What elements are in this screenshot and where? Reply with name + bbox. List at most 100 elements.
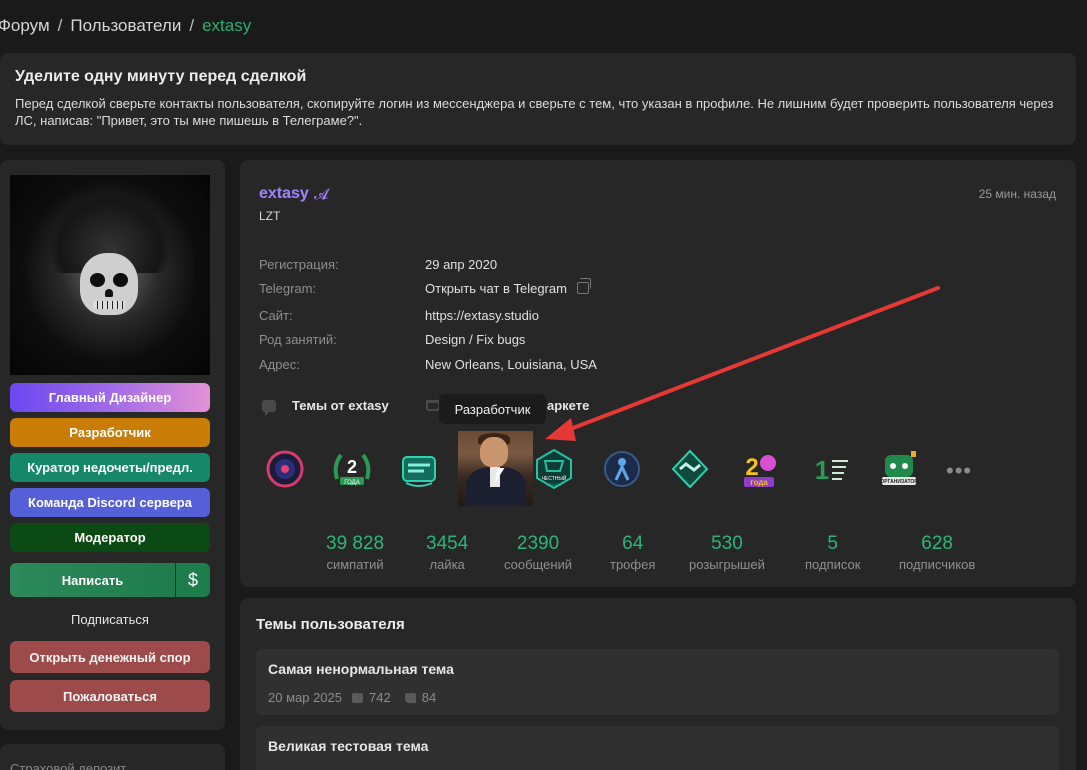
trophy-org-label: ОРГАНИЗАТОР	[880, 479, 918, 485]
thread-item[interactable]: Великая тестовая тема	[256, 726, 1059, 770]
2-years-trophy-icon[interactable]: 2 ГОДА	[329, 447, 375, 491]
write-message-button[interactable]: Написать	[10, 563, 175, 597]
user-threads-link[interactable]: Темы от extasy	[262, 398, 389, 416]
send-money-button[interactable]: $	[176, 563, 210, 597]
stat-value: 64	[622, 533, 644, 554]
stat-label: лайка	[429, 557, 465, 572]
role-badge-moderator: Модератор	[10, 523, 210, 552]
info-key: Сайт:	[259, 308, 293, 323]
thread-meta: 20 мар 2025 742 84	[268, 690, 436, 705]
stat-label: сообщений	[504, 557, 573, 572]
profile-sidebar: Главный Дизайнер Разработчик Куратор нед…	[0, 160, 225, 730]
last-seen-time: 25 мин. назад	[978, 187, 1056, 201]
report-button[interactable]: Пожаловаться	[10, 680, 210, 712]
role-badge-main-designer: Главный Дизайнер	[10, 383, 210, 412]
user-threads-section: Темы пользователя Самая ненормальная тем…	[240, 598, 1076, 770]
likes-icon	[404, 692, 416, 703]
stat-label: подписок	[805, 557, 861, 572]
role-badge-curator: Куратор недочеты/предл.	[10, 453, 210, 482]
forum-trophy-icon[interactable]	[396, 447, 442, 491]
cart-icon	[426, 400, 440, 411]
breadcrumb-users[interactable]: Пользователи	[70, 16, 181, 35]
info-key: Telegram:	[259, 281, 317, 296]
trophy-2-sub: ГОДА	[344, 480, 360, 486]
thread-replies: 742	[369, 690, 391, 705]
avatar-skull-mask	[80, 253, 138, 315]
open-dispute-button[interactable]: Открыть денежный спор	[10, 641, 210, 673]
thread-item[interactable]: Самая ненормальная тема 20 мар 2025 742 …	[256, 649, 1059, 715]
breadcrumb-current[interactable]: extasy	[202, 16, 251, 35]
handshake-trophy-icon[interactable]	[667, 447, 713, 491]
thread-title[interactable]: Самая ненормальная тема	[268, 661, 454, 677]
stat-label: симпатий	[326, 557, 384, 572]
trophy-anniv-sub: года	[750, 478, 768, 487]
username[interactable]: extasy	[259, 185, 309, 203]
replies-icon	[352, 692, 364, 703]
telegram-link[interactable]: Открыть чат в Telegram	[425, 281, 567, 299]
organizer-trophy-icon[interactable]: ОРГАНИЗАТОР	[876, 447, 922, 491]
site-link[interactable]: https://extasy.studio	[425, 308, 539, 326]
stat-label: розыгрышей	[689, 557, 765, 572]
stat-trophies[interactable]: 64 трофея	[610, 533, 655, 572]
info-value: 29 апр 2020	[425, 257, 498, 272]
notice-title: Уделите одну минуту перед сделкой	[15, 68, 307, 85]
stat-subscriptions[interactable]: 5 подписок	[805, 533, 860, 572]
stat-value: 3454	[426, 533, 469, 554]
trophy-2-label: 2	[347, 457, 357, 477]
notice-text: Перед сделкой сверьте контакты пользоват…	[15, 96, 1054, 128]
stat-value: 39 828	[326, 533, 385, 554]
developer-trophy-icon[interactable]	[458, 431, 533, 506]
stat-value: 628	[921, 533, 953, 554]
role-badge-discord-team: Команда Discord сервера	[10, 488, 210, 517]
user-threads-label: Темы от extasy	[292, 398, 389, 413]
stat-label: подписчиков	[899, 557, 976, 572]
stat-value: 530	[711, 533, 743, 554]
trophy-seller-label: ЧЕСТНЫЙ	[542, 474, 567, 482]
stat-subscribers[interactable]: 628 подписчиков	[899, 533, 975, 572]
1-year-trophy-icon[interactable]: 1	[808, 447, 854, 491]
figure-trophy-icon[interactable]	[599, 447, 645, 491]
avatar[interactable]	[10, 175, 210, 375]
profile-card: extasy 𝓐 LZT 25 мин. назад Регистрация: …	[240, 160, 1076, 587]
info-value: New Orleans, Louisiana, USA	[425, 357, 597, 372]
info-row-address: Адрес: New Orleans, Louisiana, USA	[259, 357, 597, 375]
thread-likes: 84	[421, 690, 437, 705]
insurance-deposit-block: Страховой депозит	[0, 744, 225, 770]
insurance-deposit-label: Страховой депозит	[10, 761, 127, 770]
rating-trophy-icon[interactable]	[262, 447, 308, 491]
info-row-registration: Регистрация: 29 апр 2020	[259, 257, 497, 275]
thread-title[interactable]: Великая тестовая тема	[268, 738, 428, 754]
deal-notice: Уделите одну минуту перед сделкой Перед …	[0, 53, 1076, 145]
honest-seller-trophy-icon[interactable]: ЧЕСТНЫЙ SELLER	[531, 447, 577, 491]
copy-icon[interactable]	[576, 278, 591, 294]
stat-value: 5	[827, 533, 838, 554]
info-row-occupation: Род занятий: Design / Fix bugs	[259, 332, 525, 350]
thread-date: 20 мар 2025	[268, 690, 343, 705]
stat-messages[interactable]: 2390 сообщений	[504, 533, 572, 572]
stat-likes[interactable]: 39 828 симпатий	[326, 533, 384, 572]
info-key: Регистрация:	[259, 257, 339, 272]
info-row-telegram: Telegram: Открыть чат в Telegram	[259, 278, 591, 299]
stat-giveaways[interactable]: 530 розыгрышей	[689, 533, 765, 572]
info-key: Род занятий:	[259, 332, 337, 347]
info-row-site: Сайт: https://extasy.studio	[259, 308, 539, 326]
breadcrumb-forum[interactable]: Форум	[0, 16, 50, 35]
threads-title: Темы пользователя	[256, 616, 405, 633]
stat-value: 2390	[516, 533, 560, 554]
more-trophies-button[interactable]: •••	[946, 458, 972, 484]
stat-label: трофея	[610, 557, 656, 572]
stat-lyka[interactable]: 3454 лайка	[426, 533, 468, 572]
trophy-tooltip: Разработчик	[439, 394, 546, 424]
info-key: Адрес:	[259, 357, 300, 372]
breadcrumb-separator: /	[57, 16, 63, 35]
role-badge-developer: Разработчик	[10, 418, 210, 447]
chat-icon	[262, 399, 276, 416]
breadcrumb-separator: /	[189, 16, 195, 35]
breadcrumb: Форум / Пользователи / extasy	[0, 16, 251, 36]
trophy-1-label: 1	[815, 455, 829, 485]
2-years-color-trophy-icon[interactable]: 2 года	[736, 447, 782, 491]
trophy-anniv-label: 2	[745, 454, 758, 481]
subscribe-button[interactable]: Подписаться	[10, 605, 210, 633]
user-title: LZT	[259, 209, 281, 223]
trophy-seller-sub: SELLER	[546, 482, 561, 487]
